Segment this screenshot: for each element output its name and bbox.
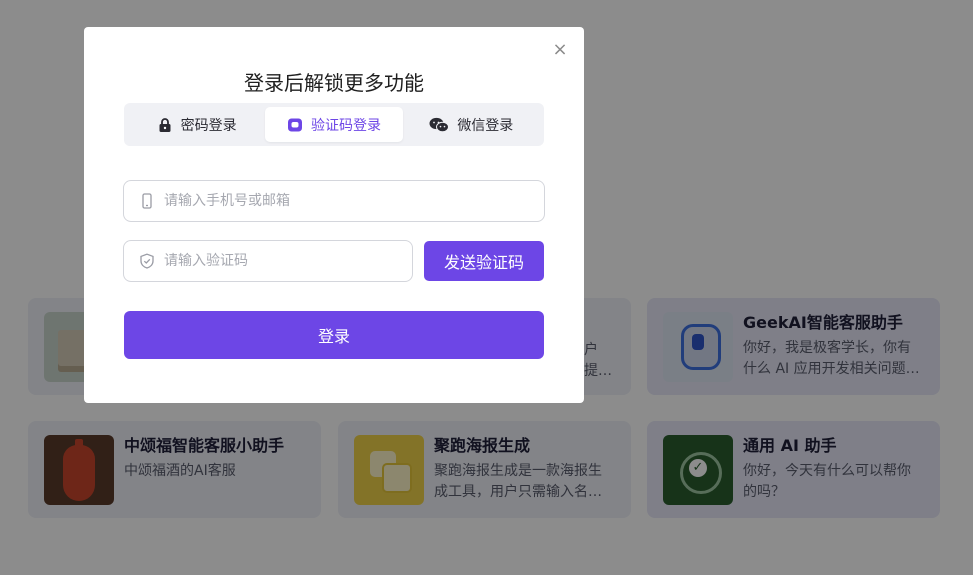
tab-label: 微信登录 — [457, 117, 514, 134]
modal-title: 登录后解锁更多功能 — [244, 71, 424, 95]
tab-code-login[interactable]: 验证码登录 — [265, 107, 403, 142]
phone-email-field[interactable] — [123, 180, 545, 222]
verify-code-input[interactable] — [164, 241, 412, 281]
shield-icon — [140, 253, 154, 269]
tab-label: 验证码登录 — [310, 117, 381, 134]
wechat-icon — [429, 117, 450, 132]
tab-password-login[interactable]: 密码登录 — [128, 107, 265, 142]
login-button[interactable]: 登录 — [124, 311, 544, 359]
phone-icon — [142, 193, 152, 209]
login-modal: 登录后解锁更多功能 × 密码登录 验证码登录 微信登录 请输入手机号或邮箱 请输… — [84, 27, 584, 403]
tab-wechat-login[interactable]: 微信登录 — [403, 107, 540, 142]
tab-label: 密码登录 — [180, 117, 237, 134]
message-icon — [287, 118, 302, 131]
verify-code-field[interactable] — [123, 240, 413, 282]
lock-icon — [159, 117, 171, 132]
login-method-tabs: 密码登录 验证码登录 微信登录 — [124, 103, 544, 146]
close-icon[interactable]: × — [552, 41, 568, 59]
phone-email-input[interactable] — [164, 181, 544, 221]
send-code-button[interactable]: 发送验证码 — [424, 241, 544, 281]
